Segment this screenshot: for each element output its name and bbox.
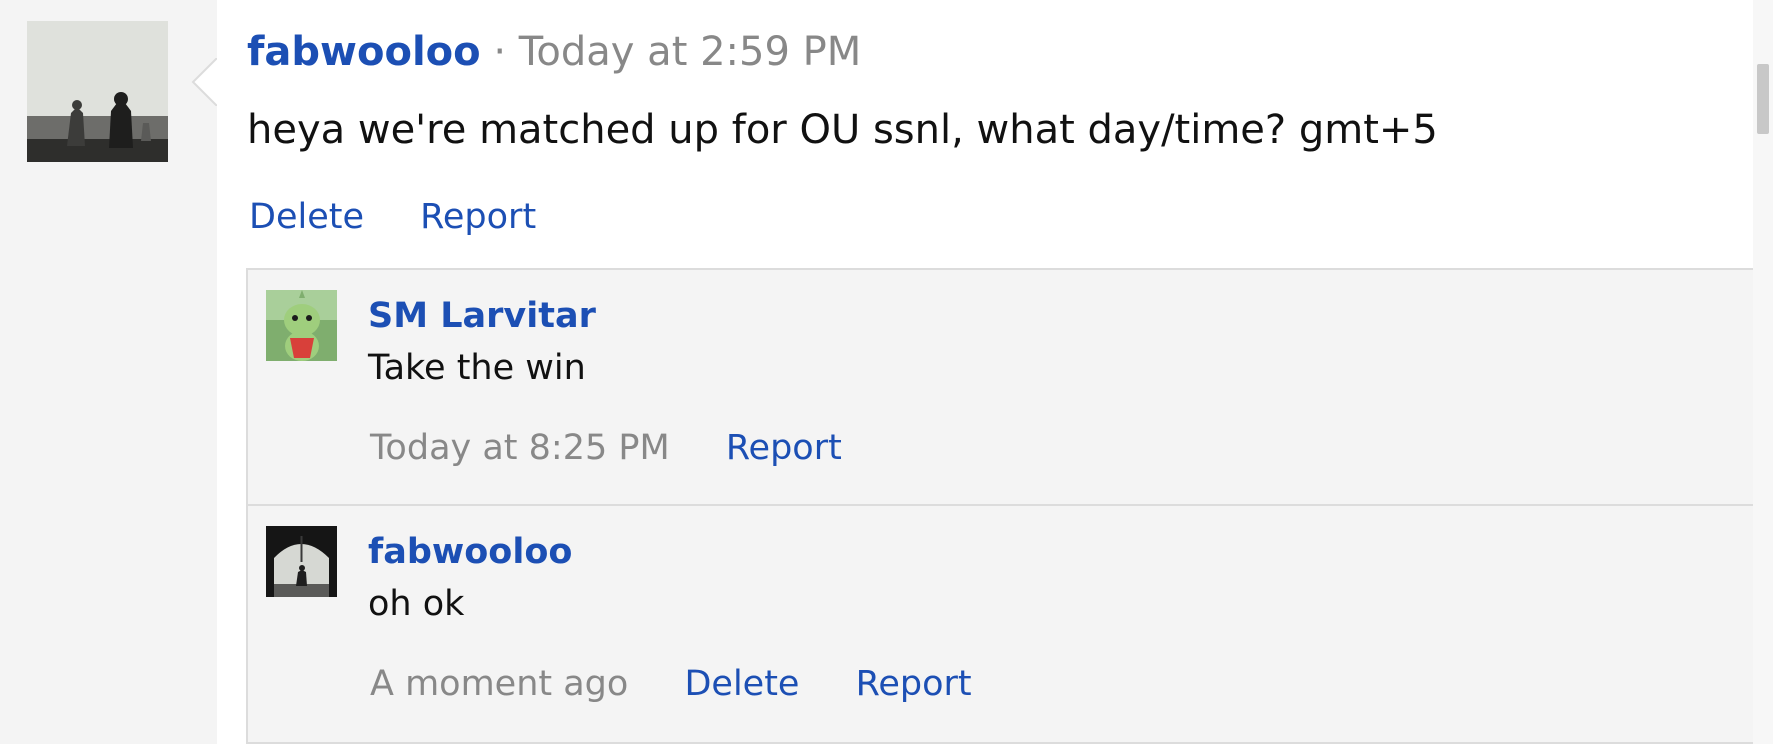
page-scrollbar[interactable] bbox=[1753, 0, 1773, 744]
post-actions: Delete Report bbox=[249, 195, 581, 239]
avatar-image bbox=[27, 21, 168, 162]
comment-item: SM Larvitar Take the win Today at 8:25 P… bbox=[248, 270, 1755, 506]
scrollbar-thumb[interactable] bbox=[1757, 64, 1769, 134]
delete-comment-button[interactable]: Delete bbox=[684, 664, 799, 704]
comment-list: SM Larvitar Take the win Today at 8:25 P… bbox=[246, 268, 1755, 744]
comment-text: oh ok bbox=[368, 584, 465, 624]
comment-timestamp[interactable]: Today at 8:25 PM bbox=[370, 428, 670, 468]
comment-author-link[interactable]: SM Larvitar bbox=[368, 294, 596, 338]
post-author-link[interactable]: fabwooloo bbox=[247, 29, 481, 75]
comment-author-avatar[interactable] bbox=[266, 526, 337, 597]
comment-text: Take the win bbox=[368, 348, 586, 388]
comment-meta: Today at 8:25 PM Report bbox=[370, 426, 887, 470]
post-timestamp[interactable]: Today at 2:59 PM bbox=[519, 29, 861, 75]
post-separator: · bbox=[493, 29, 507, 75]
report-comment-button[interactable]: Report bbox=[856, 664, 972, 704]
profile-post-page: fabwooloo · Today at 2:59 PM heya we're … bbox=[0, 0, 1773, 744]
comment-author-link[interactable]: fabwooloo bbox=[368, 530, 572, 574]
larvitar-avatar-image bbox=[266, 290, 337, 361]
delete-post-button[interactable]: Delete bbox=[249, 197, 364, 237]
comment-item: fabwooloo oh ok A moment ago Delete Repo… bbox=[248, 506, 1755, 744]
comment-meta: A moment ago Delete Report bbox=[370, 662, 1017, 706]
fabwooloo-avatar-image bbox=[266, 526, 337, 597]
post-header: fabwooloo · Today at 2:59 PM bbox=[247, 26, 861, 78]
post-author-avatar[interactable] bbox=[27, 21, 168, 162]
comment-timestamp[interactable]: A moment ago bbox=[370, 664, 628, 704]
comment-author-avatar[interactable] bbox=[266, 290, 337, 361]
report-post-button[interactable]: Report bbox=[420, 197, 536, 237]
report-comment-button[interactable]: Report bbox=[726, 428, 842, 468]
post-body: heya we're matched up for OU ssnl, what … bbox=[247, 107, 1438, 153]
